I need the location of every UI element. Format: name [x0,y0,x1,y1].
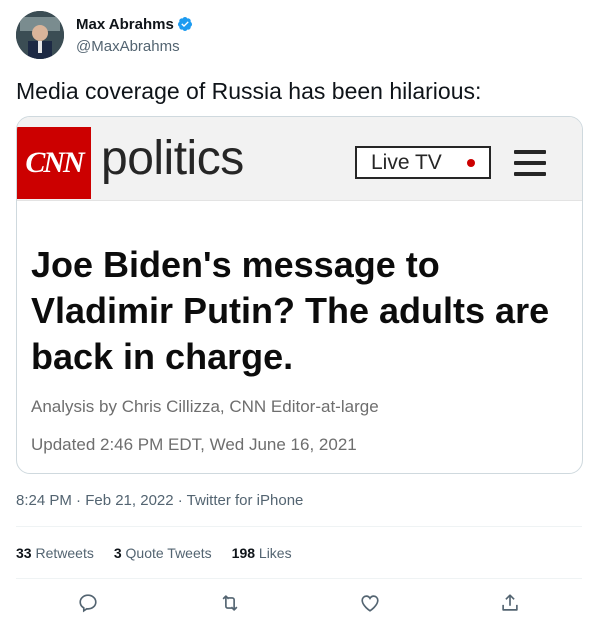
article-updated: Updated 2:46 PM EDT, Wed June 16, 2021 [31,435,357,454]
cnn-logo: CNN [17,127,91,199]
hamburger-menu-icon [514,150,546,176]
share-icon[interactable] [497,590,523,616]
quotes-count: 3 [113,545,122,561]
avatar[interactable] [16,11,64,59]
divider [16,526,582,527]
section-name: politics [101,132,244,185]
author-name[interactable]: Max Abrahms [76,16,193,33]
retweet-icon[interactable] [217,590,243,616]
retweets-count: 33 [16,545,32,561]
likes-stat[interactable]: 198 Likes [232,545,292,561]
quotes-stat[interactable]: 3 Quote Tweets [114,545,212,561]
like-icon[interactable] [357,590,383,616]
likes-count: 198 [231,545,256,561]
live-tv-label: Live TV [371,150,442,174]
live-tv-button: Live TV [355,146,491,179]
author-handle[interactable]: @MaxAbrahms [76,38,180,55]
article-byline: Analysis by Chris Cillizza, CNN Editor-a… [31,397,379,416]
retweets-stat[interactable]: 33 Retweets [16,545,94,561]
author-name-text[interactable]: Max Abrahms [76,16,174,33]
article-card[interactable]: CNN politics Live TV Joe Biden's message… [16,116,583,474]
tweet-meta[interactable]: 8:24 PM · Feb 21, 2022 · Twitter for iPh… [16,492,303,509]
tweet-stats: 33 Retweets 3 Quote Tweets 198 Likes [16,545,292,561]
reply-icon[interactable] [75,590,101,616]
article-headline: Joe Biden's message to Vladimir Putin? T… [31,244,550,377]
retweets-label: Retweets [35,545,94,561]
card-header: CNN politics Live TV [17,117,582,201]
likes-label: Likes [258,545,292,561]
divider [16,578,582,579]
verified-badge-icon [177,16,193,32]
quotes-label: Quote Tweets [125,545,212,561]
tweet-text: Media coverage of Russia has been hilari… [16,78,482,104]
live-dot-icon [467,159,475,167]
